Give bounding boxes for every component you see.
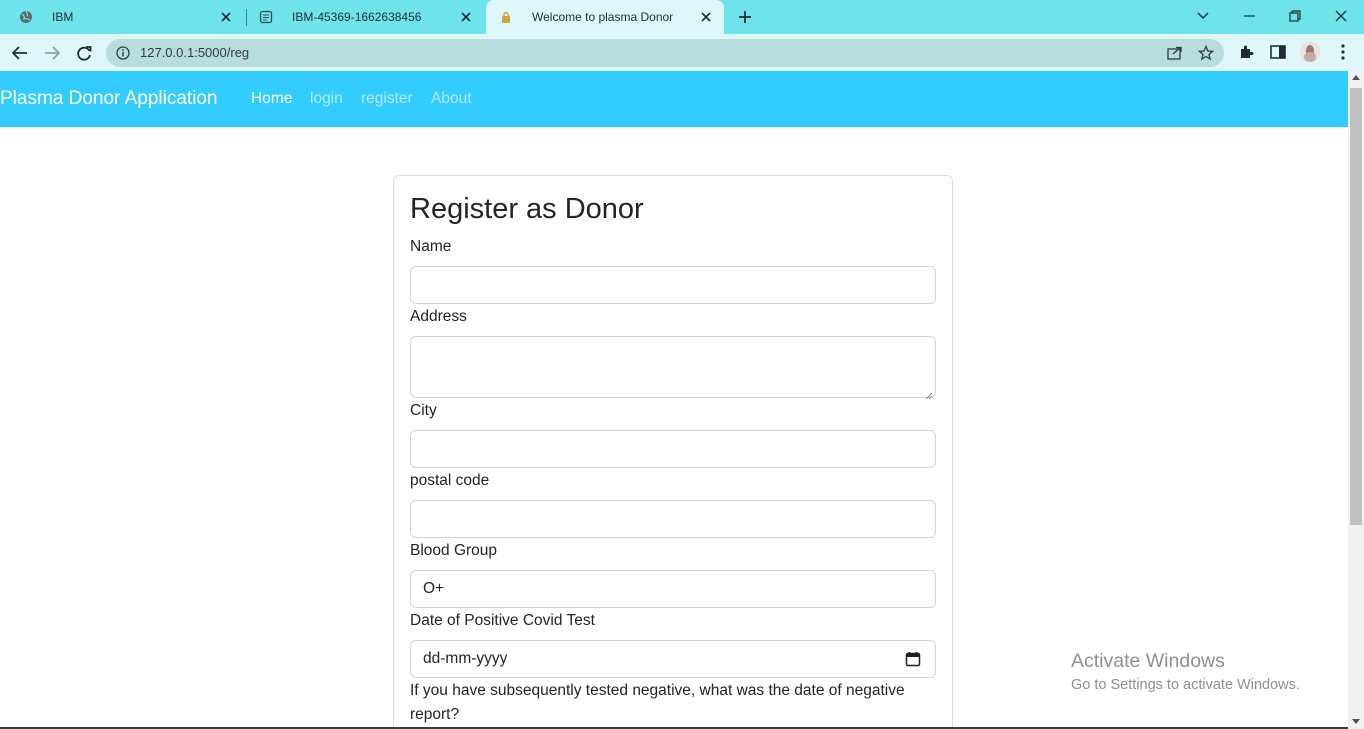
nav-link-login[interactable]: login <box>310 90 343 108</box>
tab-plasma-donor[interactable]: Welcome to plasma Donor <box>486 0 724 34</box>
tab-ibm-project[interactable]: IBM-45369-1662638456 <box>248 0 484 34</box>
profile-avatar[interactable] <box>1300 42 1320 62</box>
extensions-icon[interactable] <box>1236 42 1256 62</box>
resize-grip-icon[interactable] <box>925 387 933 400</box>
document-icon <box>258 9 274 25</box>
nav-link-register[interactable]: register <box>361 90 413 108</box>
address-textarea[interactable] <box>410 336 936 400</box>
tab-separator <box>246 9 247 26</box>
tab-ibm[interactable]: IBM <box>8 0 244 34</box>
address-bar[interactable]: 127.0.0.1:5000/reg <box>106 39 1224 67</box>
form-title: Register as Donor <box>410 193 644 225</box>
postal-code-label: postal code <box>410 472 490 489</box>
lock-page-icon <box>498 9 514 25</box>
watermark-title: Activate Windows <box>1071 650 1225 672</box>
scrollbar-thumb[interactable] <box>1350 88 1362 525</box>
close-tab-icon[interactable] <box>218 9 234 25</box>
name-label: Name <box>410 238 452 255</box>
registration-card: Register as Donor Name Address City post… <box>393 175 953 729</box>
navbar-brand[interactable]: Plasma Donor Application <box>0 88 218 110</box>
name-input[interactable] <box>410 266 936 304</box>
negative-report-date-label: If you have subsequently tested negative… <box>410 682 905 723</box>
close-tab-icon[interactable] <box>458 9 474 25</box>
more-menu-icon[interactable] <box>1333 42 1353 62</box>
bookmark-star-icon[interactable] <box>1197 44 1215 62</box>
restore-icon[interactable] <box>1272 0 1318 32</box>
close-tab-icon[interactable] <box>698 9 714 25</box>
calendar-icon[interactable] <box>905 651 921 667</box>
scroll-down-icon[interactable] <box>1352 719 1360 724</box>
close-window-icon[interactable] <box>1318 0 1364 32</box>
minimize-icon[interactable] <box>1226 0 1272 32</box>
globe-icon <box>18 9 34 25</box>
browser-toolbar: 127.0.0.1:5000/reg <box>0 34 1364 71</box>
date-placeholder: dd-mm-yyyy <box>423 650 508 667</box>
tab-title: IBM-45369-1662638456 <box>292 10 422 24</box>
blood-group-input[interactable]: O+ <box>410 570 936 608</box>
url-text: 127.0.0.1:5000/reg <box>140 45 250 60</box>
covid-test-date-input[interactable]: dd-mm-yyyy <box>410 640 936 678</box>
forward-icon[interactable] <box>39 40 65 66</box>
postal-code-input[interactable] <box>410 500 936 538</box>
address-label: Address <box>410 308 467 325</box>
nav-link-home[interactable]: Home <box>251 90 292 108</box>
tab-title: IBM <box>52 10 74 24</box>
reload-icon[interactable] <box>71 40 97 66</box>
site-info-icon[interactable] <box>115 45 131 61</box>
watermark-subtitle: Go to Settings to activate Windows. <box>1071 677 1300 693</box>
new-tab-icon[interactable] <box>735 7 755 27</box>
tab-title: Welcome to plasma Donor <box>532 10 674 24</box>
share-icon[interactable] <box>1166 44 1184 62</box>
covid-test-date-label: Date of Positive Covid Test <box>410 612 595 629</box>
scroll-up-icon[interactable] <box>1352 75 1360 80</box>
windows-activation-watermark: Activate Windows Go to Settings to activ… <box>1071 650 1300 693</box>
blood-group-label: Blood Group <box>410 542 498 559</box>
page-viewport: Plasma Donor Application Home login regi… <box>0 71 1348 729</box>
nav-link-about[interactable]: About <box>431 90 472 108</box>
back-icon[interactable] <box>7 40 33 66</box>
site-navbar: Plasma Donor Application Home login regi… <box>0 71 1348 127</box>
city-label: City <box>410 402 437 419</box>
tab-search-icon[interactable] <box>1180 0 1226 32</box>
side-panel-icon[interactable] <box>1268 42 1288 62</box>
city-input[interactable] <box>410 430 936 468</box>
page-scrollbar[interactable] <box>1348 71 1364 729</box>
tab-strip: IBM IBM-45369-1662638456 Welcome to plas… <box>0 0 1364 34</box>
